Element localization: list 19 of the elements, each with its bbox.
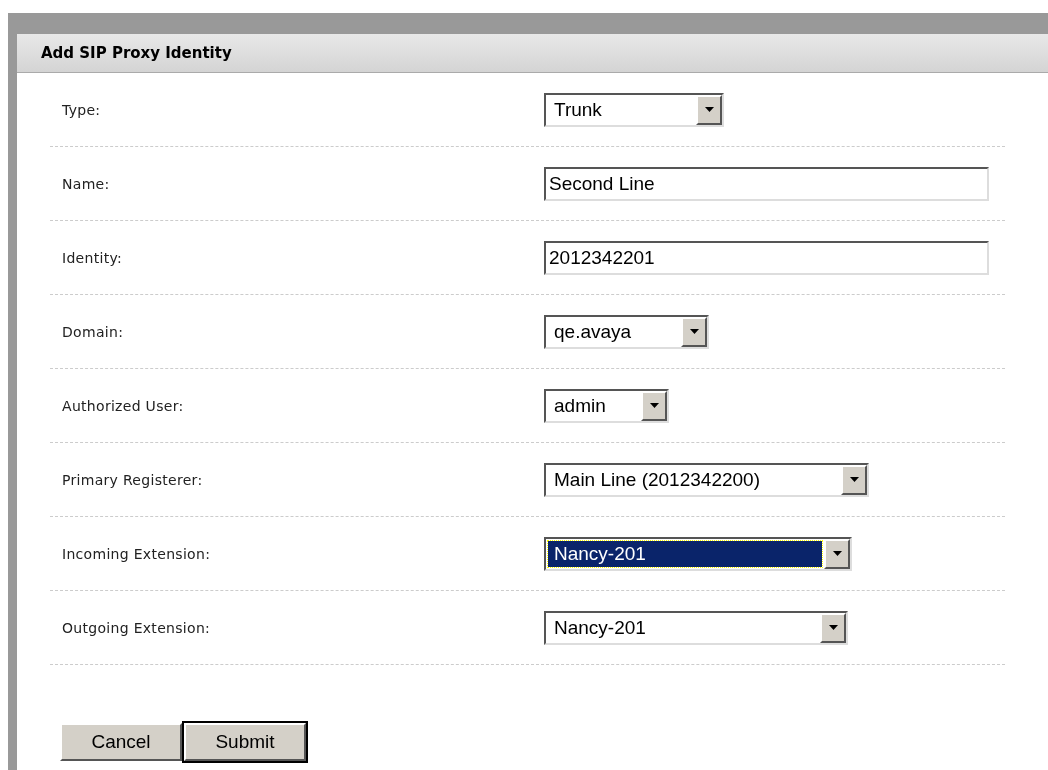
cancel-button[interactable]: Cancel [60,723,182,761]
dropdown[interactable]: Main Line (2012342200) [544,462,869,497]
field-label: Domain: [61,323,125,340]
field-label: Name: [61,175,111,192]
text-field[interactable]: 2012342201 [544,240,989,275]
dropdown[interactable]: qe.avaya [544,314,709,349]
field-label: Authorized User: [61,397,185,414]
dropdown[interactable]: Nancy-201 [544,536,852,571]
field-label: Incoming Extension: [61,545,212,562]
field-label: Primary Registerer: [61,471,204,488]
field-label: Type: [61,101,102,118]
field-label: Identity: [61,249,124,266]
dropdown[interactable]: Nancy-201 [544,610,848,645]
text-field[interactable]: Second Line [544,166,989,201]
panel-title: Add SIP Proxy Identity [41,44,232,62]
dropdown[interactable]: Trunk [544,92,724,127]
dropdown[interactable]: admin [544,388,669,423]
field-label: Outgoing Extension: [61,619,212,636]
submit-button[interactable]: Submit [184,723,306,761]
